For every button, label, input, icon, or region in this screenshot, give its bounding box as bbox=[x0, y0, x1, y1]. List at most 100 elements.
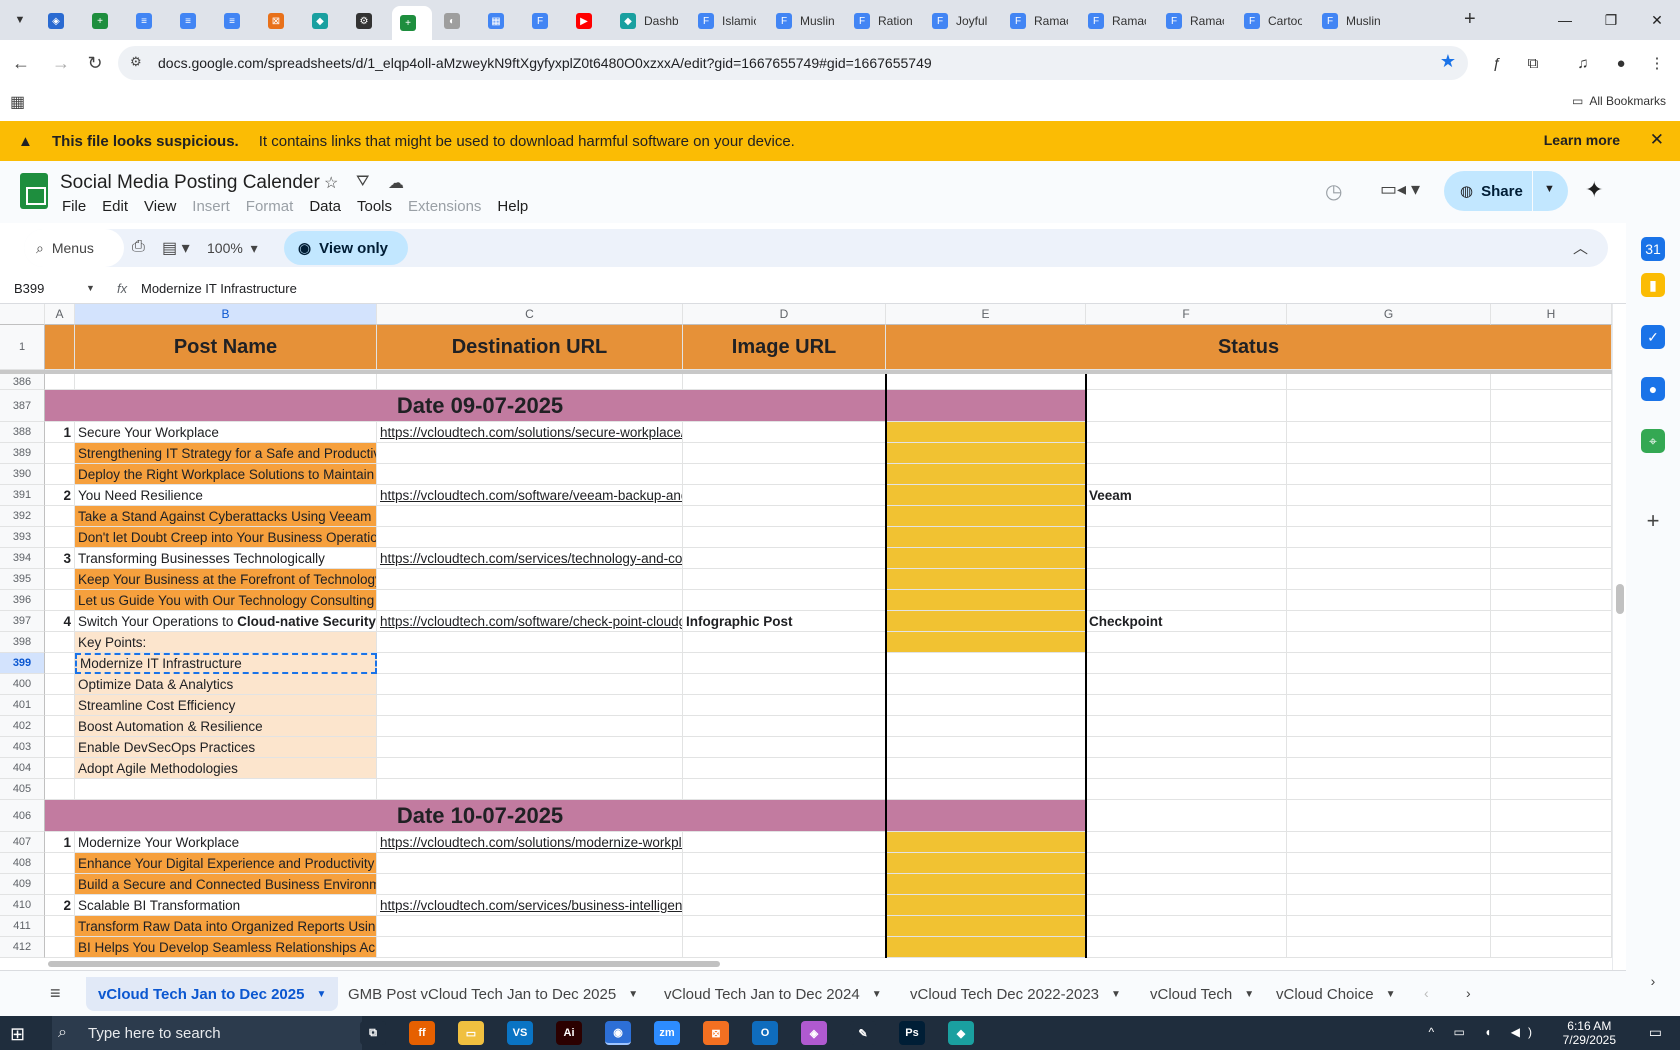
maps-icon[interactable]: ⌖ bbox=[1641, 429, 1665, 453]
site-settings-icon[interactable]: ⚙ bbox=[130, 54, 142, 70]
post-name-cell[interactable]: Key Points: bbox=[75, 632, 377, 653]
close-window-icon[interactable]: ✕ bbox=[1634, 0, 1680, 40]
row-header[interactable]: 400 bbox=[0, 674, 45, 695]
document-title[interactable]: Social Media Posting Calender bbox=[60, 172, 320, 194]
browser-tab[interactable]: F Ramac bbox=[1002, 6, 1076, 36]
empty-cell[interactable] bbox=[377, 674, 683, 695]
menu-view[interactable]: View bbox=[136, 198, 184, 215]
browser-tab[interactable]: F Muslin bbox=[768, 6, 842, 36]
empty-cell[interactable] bbox=[1287, 853, 1491, 874]
browser-tab[interactable]: ≡ bbox=[128, 6, 168, 36]
status-cell[interactable] bbox=[886, 485, 1086, 506]
empty-cell[interactable] bbox=[1491, 937, 1612, 958]
status-label-cell[interactable] bbox=[1086, 737, 1287, 758]
column-header-e[interactable]: E bbox=[886, 304, 1086, 325]
print-icon[interactable]: ⎙ bbox=[132, 238, 145, 256]
post-name-cell[interactable]: Let us Guide You with Our Technology Con… bbox=[75, 590, 377, 611]
status-label-cell[interactable] bbox=[1086, 506, 1287, 527]
post-name-cell[interactable]: Keep Your Business at the Forefront of T… bbox=[75, 569, 377, 590]
status-cell[interactable] bbox=[886, 674, 1086, 695]
row-header[interactable]: 406 bbox=[0, 800, 45, 832]
status-label-cell[interactable] bbox=[1086, 937, 1287, 958]
status-label-cell[interactable] bbox=[1086, 632, 1287, 653]
notifications-icon[interactable]: ▭ bbox=[1649, 1024, 1662, 1041]
firefox-icon[interactable]: ff bbox=[409, 1021, 435, 1045]
date-cell-e[interactable] bbox=[886, 390, 1086, 422]
image-url-cell[interactable] bbox=[683, 548, 886, 569]
header-cell-a[interactable] bbox=[45, 325, 75, 370]
browser-tab[interactable]: + bbox=[392, 6, 432, 40]
empty-cell[interactable] bbox=[1491, 569, 1612, 590]
date-cell-a[interactable] bbox=[45, 390, 75, 422]
post-name-cell[interactable]: Adopt Agile Methodologies bbox=[75, 758, 377, 779]
post-name-cell[interactable]: Transforming Businesses Technologically bbox=[75, 548, 377, 569]
zoom-icon[interactable]: zm bbox=[654, 1021, 680, 1045]
destination-url-link[interactable]: https://vcloudtech.com/software/check-po… bbox=[377, 611, 683, 632]
destination-url-link[interactable]: https://vcloudtech.com/solutions/moderni… bbox=[377, 832, 683, 853]
image-url-cell[interactable] bbox=[683, 937, 886, 958]
gemini-spark-icon[interactable]: ✦ bbox=[1585, 177, 1603, 203]
image-url-cell[interactable] bbox=[683, 569, 886, 590]
status-cell[interactable] bbox=[886, 527, 1086, 548]
empty-cell[interactable] bbox=[1287, 832, 1491, 853]
empty-cell[interactable] bbox=[1287, 874, 1491, 895]
file-explorer-icon[interactable]: ▭ bbox=[458, 1021, 484, 1045]
column-header-b[interactable]: B bbox=[75, 304, 377, 325]
empty-cell[interactable] bbox=[1287, 464, 1491, 485]
image-url-cell[interactable] bbox=[683, 590, 886, 611]
extension-formula-icon[interactable]: ƒ bbox=[1484, 50, 1510, 76]
status-label-cell[interactable] bbox=[1086, 716, 1287, 737]
browser-tab[interactable]: F Ramac bbox=[1080, 6, 1154, 36]
date-heading[interactable]: Date 10-07-2025 bbox=[75, 800, 886, 832]
bookmark-star-icon[interactable]: ★ bbox=[1440, 51, 1456, 72]
status-cell[interactable] bbox=[886, 695, 1086, 716]
empty-cell[interactable] bbox=[1491, 758, 1612, 779]
status-cell[interactable] bbox=[886, 632, 1086, 653]
empty-cell[interactable] bbox=[1491, 390, 1612, 422]
menu-extensions[interactable]: Extensions bbox=[400, 198, 489, 215]
post-name-cell[interactable]: You Need Resilience bbox=[75, 485, 377, 506]
status-cell[interactable] bbox=[886, 443, 1086, 464]
row-header[interactable]: 399 bbox=[0, 653, 45, 674]
scroll-sheets-right-icon[interactable]: › bbox=[1466, 985, 1471, 1001]
row-header[interactable]: 1 bbox=[0, 325, 45, 370]
row-header[interactable]: 402 bbox=[0, 716, 45, 737]
row-header[interactable]: 401 bbox=[0, 695, 45, 716]
reload-icon[interactable]: ↻ bbox=[82, 50, 108, 76]
app-diamond-icon[interactable]: ◆ bbox=[948, 1021, 974, 1045]
destination-url-link[interactable]: https://vcloudtech.com/software/veeam-ba… bbox=[377, 485, 683, 506]
post-name-cell[interactable]: Secure Your Workplace bbox=[75, 422, 377, 443]
status-label-cell[interactable] bbox=[1086, 443, 1287, 464]
status-cell[interactable] bbox=[886, 611, 1086, 632]
scroll-sheets-left-icon[interactable]: ‹ bbox=[1424, 985, 1429, 1001]
cell-a[interactable] bbox=[45, 527, 75, 548]
status-label-cell[interactable] bbox=[1086, 422, 1287, 443]
sheet-tab-menu-icon[interactable]: ▼ bbox=[1244, 989, 1254, 1000]
row-header[interactable]: 408 bbox=[0, 853, 45, 874]
windows-start-icon[interactable]: ⊞ bbox=[10, 1024, 25, 1045]
row-header[interactable]: 389 bbox=[0, 443, 45, 464]
empty-cell[interactable] bbox=[1491, 716, 1612, 737]
search-menus-button[interactable]: ⌕ Menus bbox=[24, 229, 124, 267]
empty-cell[interactable] bbox=[1491, 853, 1612, 874]
column-header-g[interactable]: G bbox=[1287, 304, 1491, 325]
cell-a[interactable] bbox=[45, 632, 75, 653]
column-header-c[interactable]: C bbox=[377, 304, 683, 325]
empty-cell[interactable] bbox=[1086, 390, 1287, 422]
profile-avatar-icon[interactable]: ● bbox=[1608, 50, 1634, 76]
empty-cell[interactable] bbox=[1491, 895, 1612, 916]
empty-cell[interactable] bbox=[377, 758, 683, 779]
image-url-cell[interactable] bbox=[683, 716, 886, 737]
status-label-cell[interactable] bbox=[1086, 695, 1287, 716]
empty-cell[interactable] bbox=[377, 695, 683, 716]
post-name-cell[interactable]: Enhance Your Digital Experience and Prod… bbox=[75, 853, 377, 874]
close-banner-icon[interactable]: ✕ bbox=[1650, 130, 1664, 150]
menu-insert[interactable]: Insert bbox=[184, 198, 238, 215]
empty-cell[interactable] bbox=[377, 937, 683, 958]
menu-help[interactable]: Help bbox=[489, 198, 536, 215]
contacts-icon[interactable]: ● bbox=[1641, 377, 1665, 401]
empty-cell[interactable] bbox=[1491, 527, 1612, 548]
empty-cell[interactable] bbox=[1287, 548, 1491, 569]
calendar-icon[interactable]: 31 bbox=[1641, 237, 1665, 261]
photoshop-icon[interactable]: Ps bbox=[899, 1021, 925, 1045]
